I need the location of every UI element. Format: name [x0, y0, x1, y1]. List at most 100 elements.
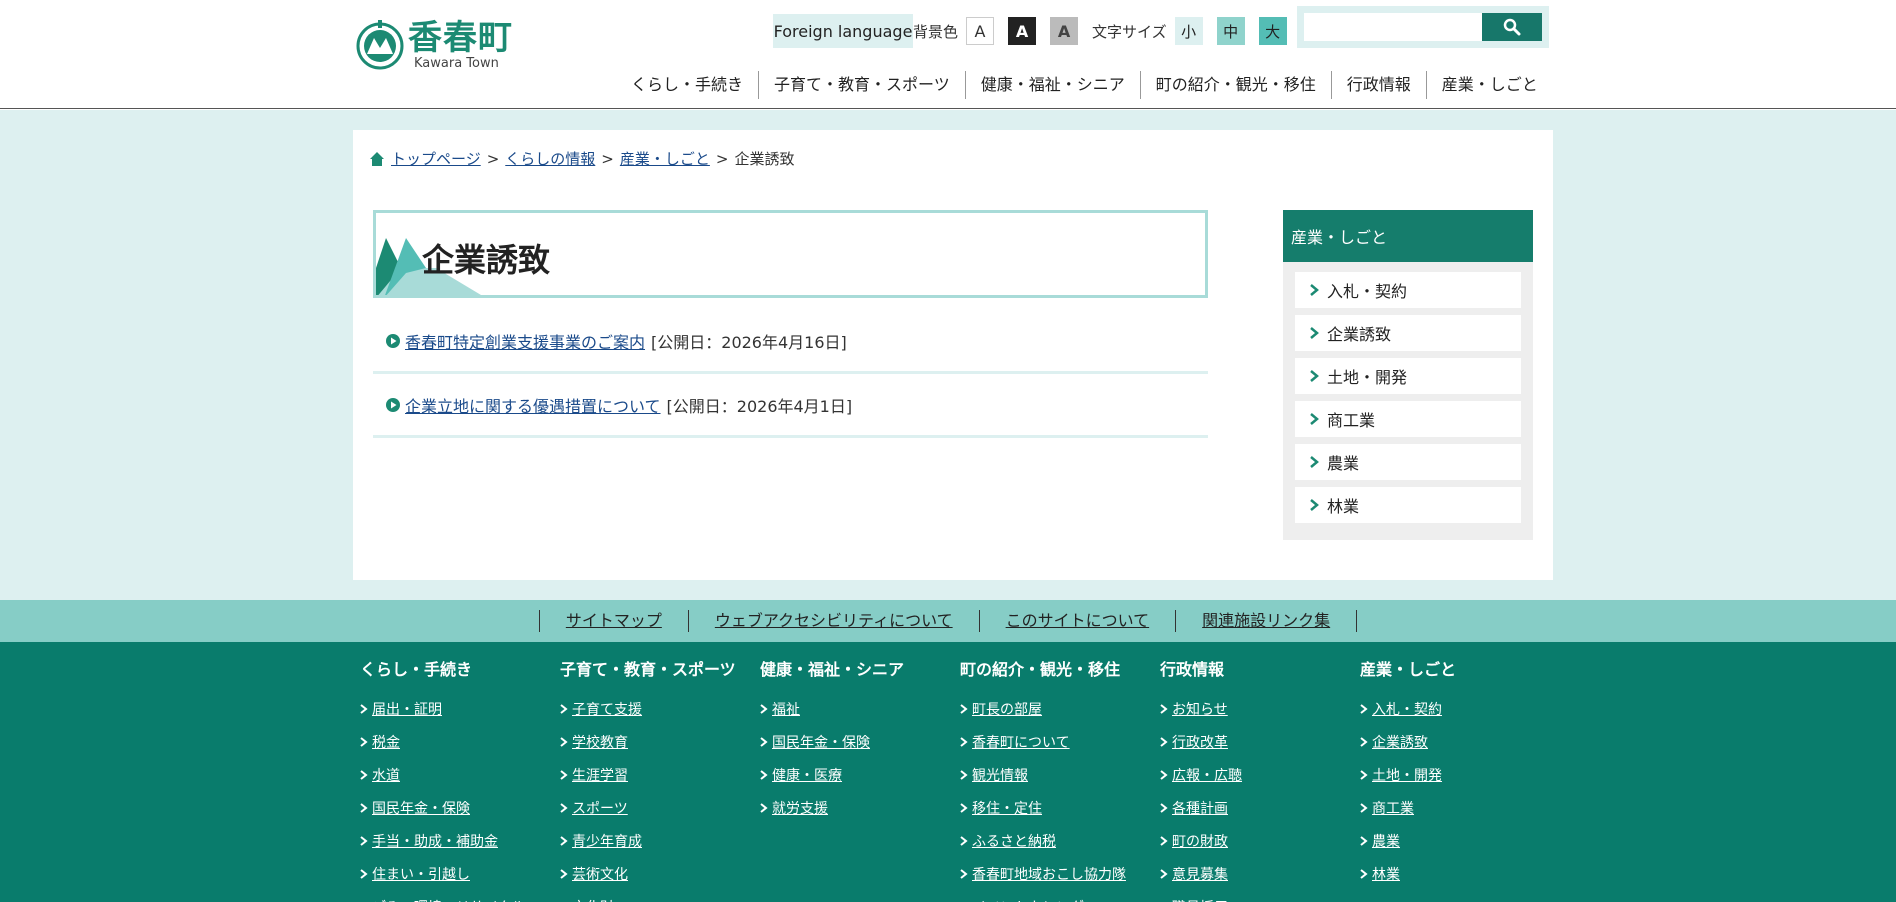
sidebar-item-forestry[interactable]: 林業 — [1295, 487, 1521, 523]
footer-nav-link-label: 職員採用 — [1172, 897, 1228, 902]
footer-nav-link[interactable]: スポーツ — [560, 791, 760, 824]
footer-nav-link-label: お知らせ — [1172, 701, 1228, 718]
footer-nav-link[interactable]: 土地・開発 — [1360, 758, 1560, 791]
breadcrumb-separator: > — [601, 149, 614, 168]
footer-link-sitemap[interactable]: サイトマップ — [538, 610, 688, 632]
footer-nav-link[interactable]: 移住・定住 — [960, 791, 1160, 824]
sidebar-item-agriculture[interactable]: 農業 — [1295, 444, 1521, 480]
chevron-right-icon — [1160, 835, 1168, 846]
footer-nav-link[interactable]: 国民年金・保険 — [360, 791, 560, 824]
site-logo[interactable]: 香春町 Kawara Town — [354, 18, 512, 72]
footer-nav-link[interactable]: 文化財 — [560, 890, 760, 902]
chevron-right-icon — [1360, 703, 1368, 714]
footer-nav-link[interactable]: 福祉 — [760, 692, 960, 725]
footer-nav-link[interactable]: 青少年育成 — [560, 824, 760, 857]
footer-nav-link[interactable]: 観光情報 — [960, 758, 1160, 791]
font-size-small-button[interactable]: 小 — [1174, 17, 1203, 45]
news-list: 香春町特定創業支援事業のご案内 [公開日：2026年4月16日] 企業立地に関す… — [373, 310, 1208, 438]
footer-nav-link[interactable]: 税金 — [360, 725, 560, 758]
footer-nav-link[interactable]: 国民年金・保険 — [760, 725, 960, 758]
news-date: [公開日：2026年4月1日] — [666, 396, 853, 416]
footer-nav-link[interactable]: 商工業 — [1360, 791, 1560, 824]
footer-nav-link[interactable]: 意見募集 — [1160, 857, 1360, 890]
footer-nav-link[interactable]: 学校教育 — [560, 725, 760, 758]
font-size-label: 文字サイズ — [1092, 22, 1167, 41]
search-input[interactable] — [1304, 13, 1482, 41]
footer-nav-link[interactable]: 入札・契約 — [1360, 692, 1560, 725]
footer-nav-link[interactable]: 手当・助成・補助金 — [360, 824, 560, 857]
bg-white-button[interactable]: A — [966, 17, 995, 45]
sidebar-item-label: 商工業 — [1327, 411, 1376, 430]
chevron-right-icon — [960, 769, 968, 780]
site-header: 香春町 Kawara Town Foreign language 背景色 A A… — [0, 0, 1896, 109]
gnav-item-administration[interactable]: 行政情報 — [1330, 71, 1426, 99]
footer-nav-column-title[interactable]: 産業・しごと — [1360, 656, 1560, 680]
footer-nav-column-title[interactable]: 子育て・教育・スポーツ — [560, 656, 760, 680]
footer-link-accessibility[interactable]: ウェブアクセシビリティについて — [687, 610, 979, 632]
foreign-language-button[interactable]: Foreign language — [773, 14, 913, 48]
footer-nav-column: 行政情報お知らせ行政改革広報・広聴各種計画町の財政意見募集職員採用 — [1160, 656, 1360, 902]
footer-nav-link[interactable]: 住まい・引越し — [360, 857, 560, 890]
footer-nav-link[interactable]: 行政改革 — [1160, 725, 1360, 758]
sidebar-item-business-attraction[interactable]: 企業誘致 — [1295, 315, 1521, 351]
gnav-item-health[interactable]: 健康・福祉・シニア — [964, 71, 1140, 99]
sidebar-item-bidding[interactable]: 入札・契約 — [1295, 272, 1521, 308]
footer-nav-link[interactable]: 子育て支援 — [560, 692, 760, 725]
gnav-item-living[interactable]: くらし・手続き — [616, 71, 758, 99]
footer-nav-link[interactable]: 林業 — [1360, 857, 1560, 890]
footer-nav-column-title[interactable]: 行政情報 — [1160, 656, 1360, 680]
sidebar-item-land[interactable]: 土地・開発 — [1295, 358, 1521, 394]
footer-nav-link[interactable]: 届出・証明 — [360, 692, 560, 725]
footer-nav-link[interactable]: 職員採用 — [1160, 890, 1360, 902]
footer-link-related-facilities[interactable]: 関連施設リンク集 — [1175, 610, 1358, 632]
breadcrumb-top[interactable]: トップページ — [391, 148, 481, 169]
chevron-right-icon — [360, 802, 368, 813]
footer-nav-link-label: 企業誘致 — [1372, 734, 1428, 751]
breadcrumb-living-info[interactable]: くらしの情報 — [505, 148, 595, 169]
sidebar-item-label: 農業 — [1327, 454, 1360, 473]
footer-nav-link[interactable]: ふるさと納税 — [960, 824, 1160, 857]
news-link[interactable]: 企業立地に関する優遇措置について — [405, 393, 661, 417]
footer-nav-link-label: 商工業 — [1372, 800, 1414, 817]
footer-nav-link[interactable]: 広報・広聴 — [1160, 758, 1360, 791]
news-link[interactable]: 香春町特定創業支援事業のご案内 — [405, 329, 645, 353]
font-size-large-button[interactable]: 大 — [1258, 17, 1287, 45]
footer-nav-link[interactable]: 生涯学習 — [560, 758, 760, 791]
footer-nav-link[interactable]: イベントカレンダー — [960, 890, 1160, 902]
footer-nav-column-title[interactable]: 町の紹介・観光・移住 — [960, 656, 1160, 680]
gnav-item-tourism[interactable]: 町の紹介・観光・移住 — [1139, 71, 1331, 99]
chevron-right-icon — [1310, 327, 1319, 339]
font-size-medium-button[interactable]: 中 — [1216, 17, 1245, 45]
chevron-right-icon — [360, 769, 368, 780]
footer-nav-link[interactable]: 就労支援 — [760, 791, 960, 824]
sidebar-title[interactable]: 産業・しごと — [1283, 210, 1533, 262]
footer-nav-column-title[interactable]: くらし・手続き — [360, 656, 560, 680]
footer-nav-link[interactable]: 香春町について — [960, 725, 1160, 758]
footer-nav-link[interactable]: ごみ・環境・リサイクル — [360, 890, 560, 902]
footer-nav-link[interactable]: 芸術文化 — [560, 857, 760, 890]
footer-nav-link[interactable]: 企業誘致 — [1360, 725, 1560, 758]
footer-nav-link-label: 水道 — [372, 767, 400, 784]
search-button[interactable] — [1482, 13, 1542, 41]
breadcrumb-industry[interactable]: 産業・しごと — [620, 148, 710, 169]
footer-nav-link[interactable]: お知らせ — [1160, 692, 1360, 725]
footer-nav-link[interactable]: 農業 — [1360, 824, 1560, 857]
sidebar-item-commerce[interactable]: 商工業 — [1295, 401, 1521, 437]
footer-nav-link-label: ごみ・環境・リサイクル — [372, 897, 525, 902]
footer-nav-link[interactable]: 香春町地域おこし協力隊 — [960, 857, 1160, 890]
footer-nav-link[interactable]: 各種計画 — [1160, 791, 1360, 824]
footer-nav-column-title[interactable]: 健康・福祉・シニア — [760, 656, 960, 680]
gnav-item-industry[interactable]: 産業・しごと — [1425, 71, 1553, 99]
footer-nav-link[interactable]: 町の財政 — [1160, 824, 1360, 857]
footer-nav-link[interactable]: 健康・医療 — [760, 758, 960, 791]
footer-link-about-site[interactable]: このサイトについて — [978, 610, 1176, 632]
gnav-item-childcare[interactable]: 子育て・教育・スポーツ — [758, 71, 965, 99]
search-icon — [1503, 18, 1521, 36]
footer-nav-link[interactable]: 水道 — [360, 758, 560, 791]
breadcrumb: トップページ > くらしの情報 > 産業・しごと > 企業誘致 — [369, 148, 794, 169]
bg-gray-button[interactable]: A — [1050, 17, 1079, 45]
bg-black-button[interactable]: A — [1008, 17, 1037, 45]
chevron-right-icon — [1360, 835, 1368, 846]
sidebar: 産業・しごと 入札・契約 企業誘致 土地・開発 商工業 農業 林業 — [1283, 210, 1533, 540]
footer-nav-link[interactable]: 町長の部屋 — [960, 692, 1160, 725]
